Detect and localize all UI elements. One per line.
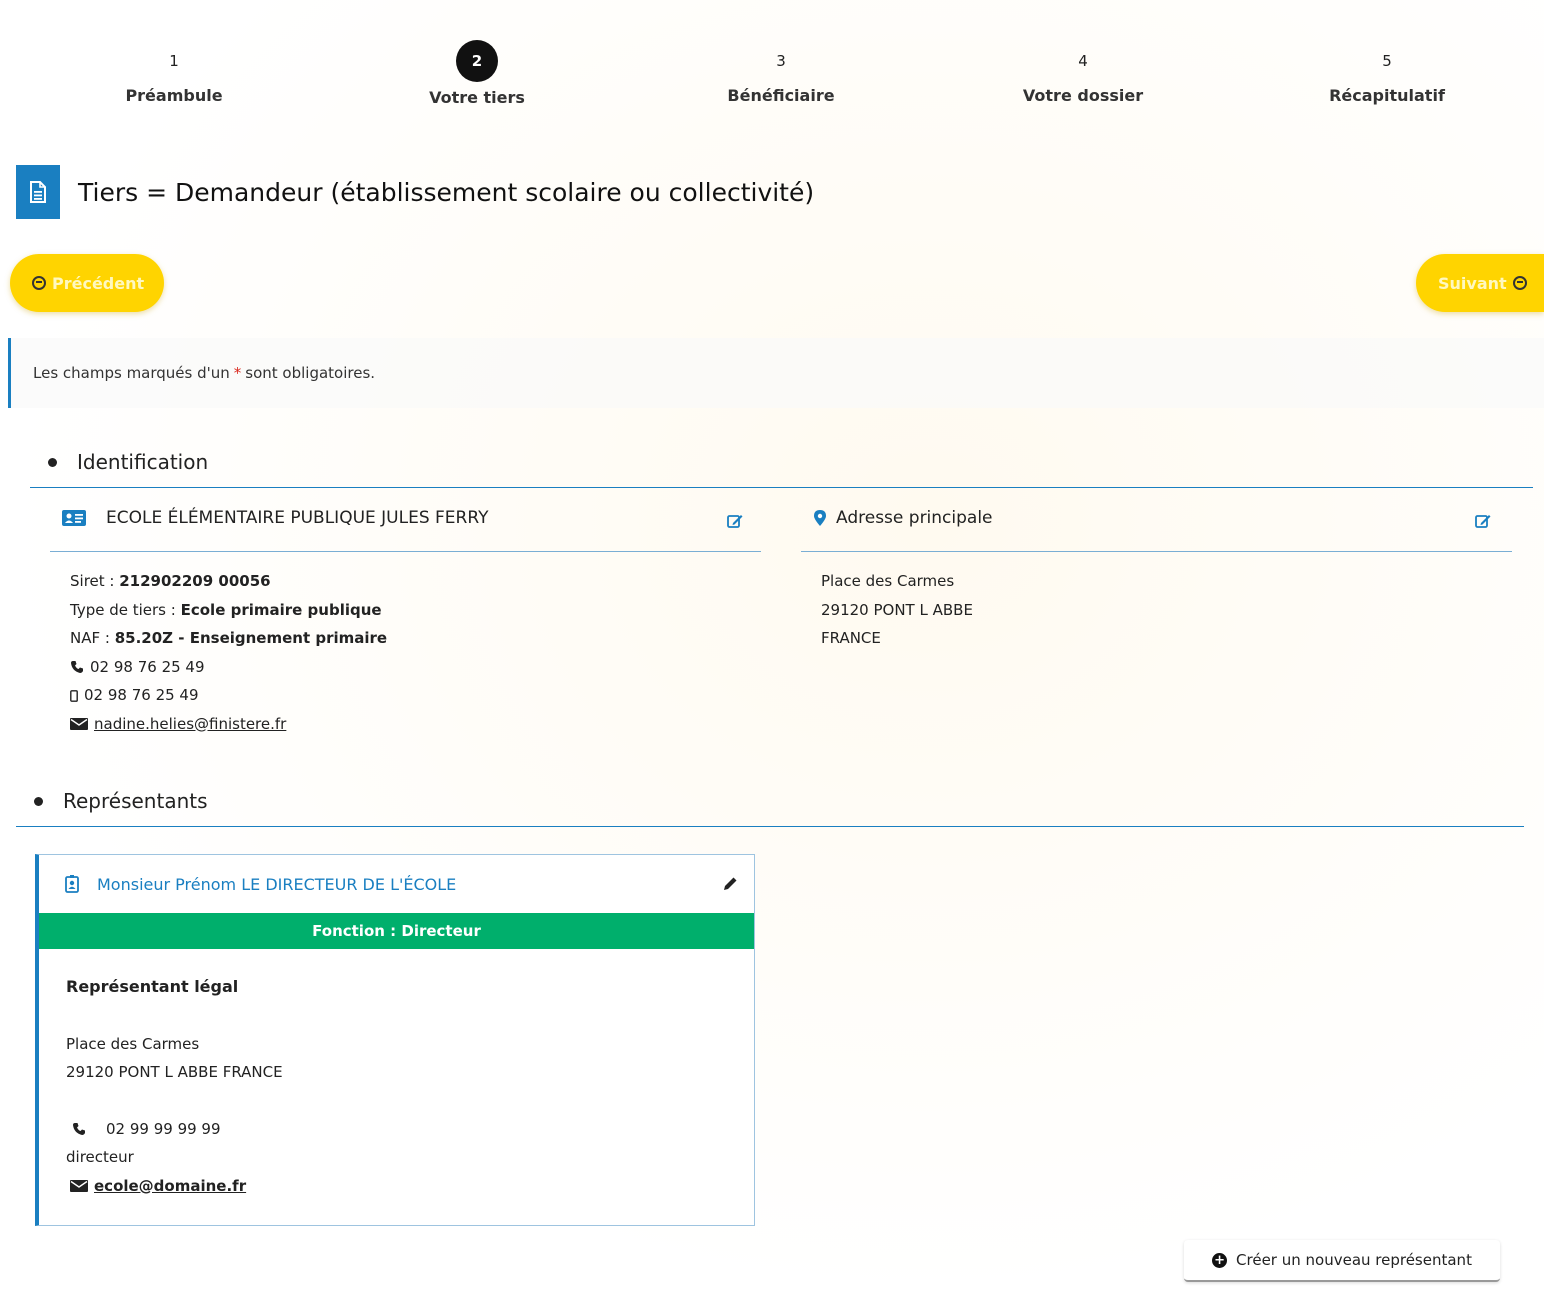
edit-icon[interactable] xyxy=(727,513,743,529)
representative-email-link[interactable]: ecole@domaine.fr xyxy=(94,1177,246,1195)
step-preambule[interactable]: 1 Préambule xyxy=(24,40,324,105)
bullet-icon xyxy=(34,796,43,806)
representative-function: Fonction : Directeur xyxy=(39,913,754,949)
required-fields-notice: Les champs marqués d'un * sont obligatoi… xyxy=(8,338,1544,408)
id-card-icon xyxy=(62,510,86,526)
step-label: Votre tiers xyxy=(429,88,525,107)
step-label: Bénéficiaire xyxy=(727,86,835,105)
required-star: * xyxy=(233,364,242,382)
badge-icon xyxy=(65,875,79,893)
section-divider xyxy=(30,487,1533,488)
address-line: Place des Carmes xyxy=(821,572,955,590)
address-card-header: Adresse principale xyxy=(814,508,993,528)
create-representative-label: Créer un nouveau représentant xyxy=(1236,1251,1472,1269)
section-representants: Représentants xyxy=(34,789,208,813)
type-label: Type de tiers : xyxy=(70,600,176,619)
create-representative-button[interactable]: + Créer un nouveau représentant xyxy=(1184,1240,1500,1282)
card-divider xyxy=(801,551,1512,552)
siret-value: 212902209 00056 xyxy=(119,572,271,590)
representative-name[interactable]: Monsieur Prénom LE DIRECTEUR DE L'ÉCOLE xyxy=(97,875,456,894)
plus-circle-icon: + xyxy=(1212,1252,1228,1268)
siret-label: Siret : xyxy=(70,572,115,590)
tiers-card-header: ECOLE ÉLÉMENTAIRE PUBLIQUE JULES FERRY xyxy=(62,508,488,528)
mobile-icon xyxy=(70,689,78,702)
step-votre-tiers[interactable]: 2 Votre tiers xyxy=(327,40,627,107)
naf-row: NAF : 85.20Z - Enseignement primaire xyxy=(70,624,387,653)
tiers-name: ECOLE ÉLÉMENTAIRE PUBLIQUE JULES FERRY xyxy=(106,508,489,528)
section-heading: Identification xyxy=(77,450,209,474)
mobile-value: 02 98 76 25 49 xyxy=(84,686,199,704)
siret-row: Siret : 212902209 00056 xyxy=(70,567,387,596)
step-label: Préambule xyxy=(125,86,223,105)
representative-phone: 02 99 99 99 99 xyxy=(106,1119,221,1138)
bullet-icon xyxy=(48,457,57,467)
next-button[interactable]: Suivant xyxy=(1416,254,1544,312)
representative-address-line: Place des Carmes xyxy=(66,1034,200,1053)
pencil-icon[interactable] xyxy=(723,876,738,891)
step-number: 2 xyxy=(456,40,498,82)
address-details: Place des Carmes 29120 PONT L ABBE FRANC… xyxy=(821,567,973,653)
section-heading: Représentants xyxy=(63,789,208,813)
step-votre-dossier[interactable]: 4 Votre dossier xyxy=(933,40,1233,105)
step-label: Récapitulatif xyxy=(1329,86,1445,105)
representative-phone-row: 02 99 99 99 99 xyxy=(66,1115,754,1144)
envelope-icon xyxy=(70,1180,88,1192)
representative-card: Monsieur Prénom LE DIRECTEUR DE L'ÉCOLE … xyxy=(35,854,755,1226)
email-link[interactable]: nadine.helies@finistere.fr xyxy=(94,715,286,733)
page-header: Tiers = Demandeur (établissement scolair… xyxy=(16,165,814,219)
step-number: 5 xyxy=(1382,52,1392,70)
type-row: Type de tiers : Ecole primaire publique xyxy=(70,596,387,625)
address-heading: Adresse principale xyxy=(836,508,993,528)
phone-icon xyxy=(73,1123,85,1135)
map-marker-icon xyxy=(814,510,826,526)
representative-email-row: ecole@domaine.fr xyxy=(66,1172,754,1201)
notice-text-before: Les champs marqués d'un xyxy=(33,364,230,382)
phone-value: 02 98 76 25 49 xyxy=(90,657,205,676)
representative-address-line: 29120 PONT L ABBE FRANCE xyxy=(66,1063,283,1081)
address-line: FRANCE xyxy=(821,629,881,647)
phone-icon xyxy=(71,661,83,673)
stepper: 1 Préambule 2 Votre tiers 3 Bénéficiaire… xyxy=(22,40,1538,130)
page-title: Tiers = Demandeur (établissement scolair… xyxy=(78,177,815,207)
representative-body: Représentant légal Place des Carmes 2912… xyxy=(39,949,754,1200)
previous-label: Précédent xyxy=(52,273,145,293)
card-divider xyxy=(50,551,761,552)
document-icon xyxy=(16,165,60,219)
representative-role: Représentant légal xyxy=(66,977,239,996)
section-identification: Identification xyxy=(48,450,208,474)
step-number: 3 xyxy=(776,52,786,70)
naf-label: NAF : xyxy=(70,629,110,647)
next-label: Suivant xyxy=(1438,273,1507,293)
arrow-left-circle-icon xyxy=(32,276,46,290)
representative-title: directeur xyxy=(66,1148,134,1166)
phone-row: 02 98 76 25 49 xyxy=(70,653,387,682)
previous-button[interactable]: Précédent xyxy=(10,254,164,312)
email-row: nadine.helies@finistere.fr xyxy=(70,710,387,739)
notice-text-after: sont obligatoires. xyxy=(245,364,376,382)
section-divider xyxy=(16,826,1524,827)
tiers-details: Siret : 212902209 00056 Type de tiers : … xyxy=(70,567,387,738)
step-number: 1 xyxy=(169,52,179,70)
representative-header: Monsieur Prénom LE DIRECTEUR DE L'ÉCOLE xyxy=(39,855,754,913)
step-beneficiaire[interactable]: 3 Bénéficiaire xyxy=(631,40,931,105)
naf-value: 85.20Z - Enseignement primaire xyxy=(114,629,388,647)
type-value: Ecole primaire publique xyxy=(180,600,382,619)
arrow-right-circle-icon xyxy=(1512,276,1527,290)
address-line: 29120 PONT L ABBE xyxy=(821,600,973,619)
edit-icon[interactable] xyxy=(1475,513,1491,529)
step-recapitulatif[interactable]: 5 Récapitulatif xyxy=(1237,40,1537,105)
step-number: 4 xyxy=(1078,52,1088,70)
step-label: Votre dossier xyxy=(1022,86,1144,105)
mobile-row: 02 98 76 25 49 xyxy=(70,681,387,710)
envelope-icon xyxy=(70,718,88,730)
